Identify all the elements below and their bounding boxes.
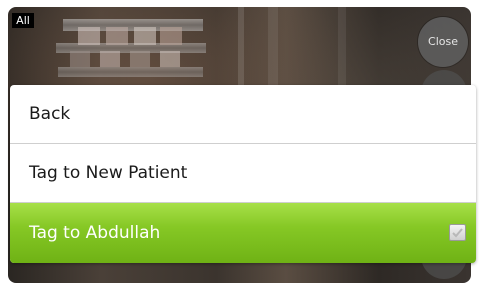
light-streak: [238, 7, 244, 97]
shelf-shape: [58, 67, 203, 77]
check-mark-icon: [452, 228, 463, 238]
product-box: [160, 27, 182, 45]
screen: All Close Back Tag to New Patient Tag to…: [0, 0, 479, 292]
product-box: [100, 51, 120, 67]
product-box: [130, 51, 150, 67]
light-streak: [338, 7, 346, 97]
product-box: [134, 27, 156, 45]
product-box: [160, 51, 180, 67]
menu-item-label: Tag to Abdullah: [29, 223, 161, 243]
light-streak: [268, 7, 278, 97]
product-box: [106, 27, 128, 45]
menu-item-tag-new-patient[interactable]: Tag to New Patient: [10, 144, 476, 202]
close-button[interactable]: Close: [418, 17, 468, 67]
filter-badge[interactable]: All: [12, 13, 34, 28]
checkbox-icon[interactable]: [449, 224, 466, 241]
menu-item-back[interactable]: Back: [10, 85, 476, 143]
product-box: [78, 27, 100, 45]
context-menu: Back Tag to New Patient Tag to Abdullah: [10, 85, 476, 263]
product-box: [70, 51, 90, 67]
menu-item-tag-abdullah[interactable]: Tag to Abdullah: [10, 203, 476, 263]
